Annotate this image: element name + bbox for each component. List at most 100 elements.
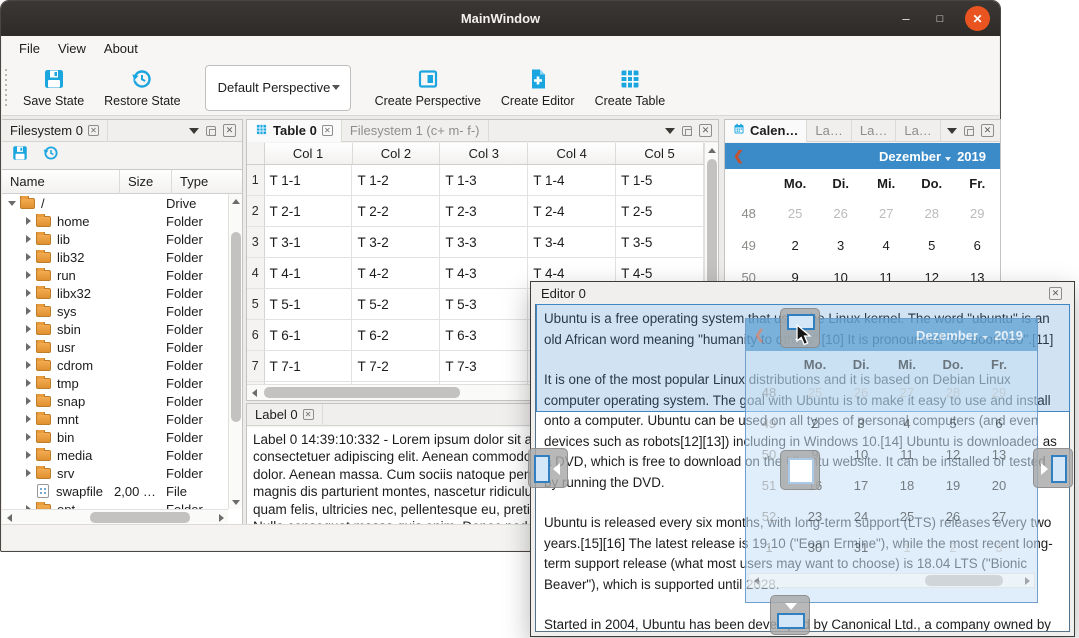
dock-float-icon[interactable] bbox=[682, 126, 692, 136]
dock-close-icon[interactable]: ✕ bbox=[1049, 287, 1062, 300]
scrollbar-thumb[interactable] bbox=[231, 232, 241, 422]
table-cell[interactable]: T 3-3 bbox=[440, 227, 528, 257]
tree-row[interactable]: binFolder bbox=[2, 428, 228, 446]
table-cell[interactable]: T 2-4 bbox=[528, 196, 616, 226]
table-cell[interactable]: T 4-1 bbox=[265, 258, 353, 288]
table-cell[interactable]: T 1-5 bbox=[616, 165, 704, 195]
table-cell[interactable]: T 7-2 bbox=[352, 351, 440, 381]
tree-row[interactable]: sysFolder bbox=[2, 302, 228, 320]
tree-row[interactable]: homeFolder bbox=[2, 212, 228, 230]
table-cell[interactable]: T 7-1 bbox=[265, 351, 353, 381]
expander-icon[interactable] bbox=[26, 289, 31, 297]
menu-item-about[interactable]: About bbox=[95, 39, 147, 58]
tab-close-icon[interactable]: ✕ bbox=[88, 125, 99, 136]
table-cell[interactable]: T 2-5 bbox=[616, 196, 704, 226]
dock-float-icon[interactable] bbox=[964, 126, 974, 136]
tab-close-icon[interactable]: ✕ bbox=[303, 409, 314, 420]
column-header-4[interactable]: Col 4 bbox=[528, 143, 616, 164]
restore-icon[interactable] bbox=[42, 144, 60, 167]
column-header-1[interactable]: Col 1 bbox=[265, 143, 353, 164]
tree-row[interactable]: libx32Folder bbox=[2, 284, 228, 302]
drop-indicator-right[interactable] bbox=[1033, 448, 1073, 488]
row-number[interactable]: 4 bbox=[247, 258, 265, 288]
table-cell[interactable]: T 3-4 bbox=[528, 227, 616, 257]
tree-vertical-scrollbar[interactable] bbox=[228, 194, 242, 509]
row-number[interactable]: 5 bbox=[247, 289, 265, 319]
column-header-size[interactable]: Size bbox=[120, 170, 172, 194]
scrollbar-thumb[interactable] bbox=[264, 387, 460, 398]
table-cell[interactable]: T 3-5 bbox=[616, 227, 704, 257]
tree-header[interactable]: Name Size Type bbox=[2, 170, 242, 194]
dock-close-icon[interactable]: ✕ bbox=[699, 124, 712, 137]
column-header-3[interactable]: Col 3 bbox=[440, 143, 528, 164]
expander-icon[interactable] bbox=[26, 325, 31, 333]
tree-row[interactable]: lib32Folder bbox=[2, 248, 228, 266]
tree-row[interactable]: /Drive bbox=[2, 194, 228, 212]
menu-item-file[interactable]: File bbox=[10, 39, 49, 58]
calendar-day[interactable]: 29 bbox=[954, 206, 1000, 221]
table-cell[interactable]: T 3-2 bbox=[352, 227, 440, 257]
tab-filesystem-1[interactable]: Filesystem 1 (c+ m- f-) bbox=[342, 120, 489, 142]
tree-row[interactable]: cdromFolder bbox=[2, 356, 228, 374]
expander-icon[interactable] bbox=[26, 235, 31, 243]
calendar-day[interactable]: 4 bbox=[863, 238, 909, 253]
table-cell[interactable]: T 4-3 bbox=[440, 258, 528, 288]
scroll-left-icon[interactable] bbox=[247, 386, 261, 400]
dock-menu-icon[interactable] bbox=[947, 128, 957, 134]
toolbar-handle[interactable] bbox=[5, 69, 7, 107]
table-cell[interactable]: T 2-2 bbox=[352, 196, 440, 226]
expander-icon[interactable] bbox=[26, 343, 31, 351]
maximize-button[interactable]: □ bbox=[931, 13, 949, 25]
row-number-header[interactable] bbox=[247, 143, 265, 164]
table-cell[interactable]: T 1-2 bbox=[352, 165, 440, 195]
tab-calendar-2[interactable]: La… bbox=[852, 120, 896, 142]
expander-icon[interactable] bbox=[26, 433, 31, 441]
expander-icon[interactable] bbox=[26, 271, 31, 279]
tab-filesystem-0[interactable]: Filesystem 0 ✕ bbox=[2, 120, 108, 142]
dock-menu-icon[interactable] bbox=[665, 128, 675, 134]
tree-row[interactable]: swapfile2,00 …File bbox=[2, 482, 228, 500]
window-titlebar[interactable]: MainWindow – □ ✕ bbox=[1, 1, 1000, 36]
scroll-left-icon[interactable] bbox=[2, 511, 16, 525]
tab-calendar-3[interactable]: La… bbox=[896, 120, 940, 142]
scroll-up-icon[interactable] bbox=[229, 194, 243, 208]
tab-calendar-1[interactable]: La… bbox=[807, 120, 851, 142]
tree-row[interactable]: optFolder bbox=[2, 500, 228, 509]
tree-row[interactable]: libFolder bbox=[2, 230, 228, 248]
tree-row[interactable]: usrFolder bbox=[2, 338, 228, 356]
expander-icon[interactable] bbox=[26, 469, 31, 477]
calendar-day[interactable]: 3 bbox=[818, 238, 864, 253]
table-cell[interactable]: T 6-1 bbox=[265, 320, 353, 350]
column-header-type[interactable]: Type bbox=[172, 170, 242, 194]
calendar-day[interactable]: 5 bbox=[909, 238, 955, 253]
calendar-day[interactable]: 27 bbox=[863, 206, 909, 221]
row-number[interactable]: 6 bbox=[247, 320, 265, 350]
save-state-button[interactable]: Save State bbox=[13, 63, 94, 112]
scroll-up-icon[interactable] bbox=[705, 143, 719, 157]
dock-close-icon[interactable]: ✕ bbox=[981, 124, 994, 137]
row-number[interactable]: 1 bbox=[247, 165, 265, 195]
scrollbar-thumb[interactable] bbox=[90, 512, 190, 523]
create-editor-button[interactable]: Create Editor bbox=[491, 63, 585, 112]
table-cell[interactable]: T 7-3 bbox=[440, 351, 528, 381]
tree-horizontal-scrollbar[interactable] bbox=[2, 509, 228, 525]
close-button[interactable]: ✕ bbox=[965, 6, 990, 31]
calendar-day[interactable]: 25 bbox=[772, 206, 818, 221]
tree-row[interactable]: sbinFolder bbox=[2, 320, 228, 338]
expander-icon[interactable] bbox=[26, 307, 31, 315]
table-cell[interactable]: T 1-4 bbox=[528, 165, 616, 195]
tab-calendar-0[interactable]: Calen… bbox=[725, 120, 807, 142]
column-header-2[interactable]: Col 2 bbox=[353, 143, 441, 164]
tree-row[interactable]: tmpFolder bbox=[2, 374, 228, 392]
table-cell[interactable]: T 5-2 bbox=[352, 289, 440, 319]
column-header-name[interactable]: Name bbox=[2, 170, 120, 194]
expander-icon[interactable] bbox=[26, 253, 31, 261]
perspective-combobox[interactable]: Default Perspective bbox=[205, 65, 351, 111]
drop-indicator-bottom[interactable] bbox=[770, 595, 810, 635]
previous-month-icon[interactable]: ❮ bbox=[733, 148, 744, 164]
table-cell[interactable]: T 3-1 bbox=[265, 227, 353, 257]
expander-icon[interactable] bbox=[26, 415, 31, 423]
dock-close-icon[interactable]: ✕ bbox=[223, 124, 236, 137]
create-perspective-button[interactable]: Create Perspective bbox=[365, 63, 491, 112]
tree-row[interactable]: mntFolder bbox=[2, 410, 228, 428]
